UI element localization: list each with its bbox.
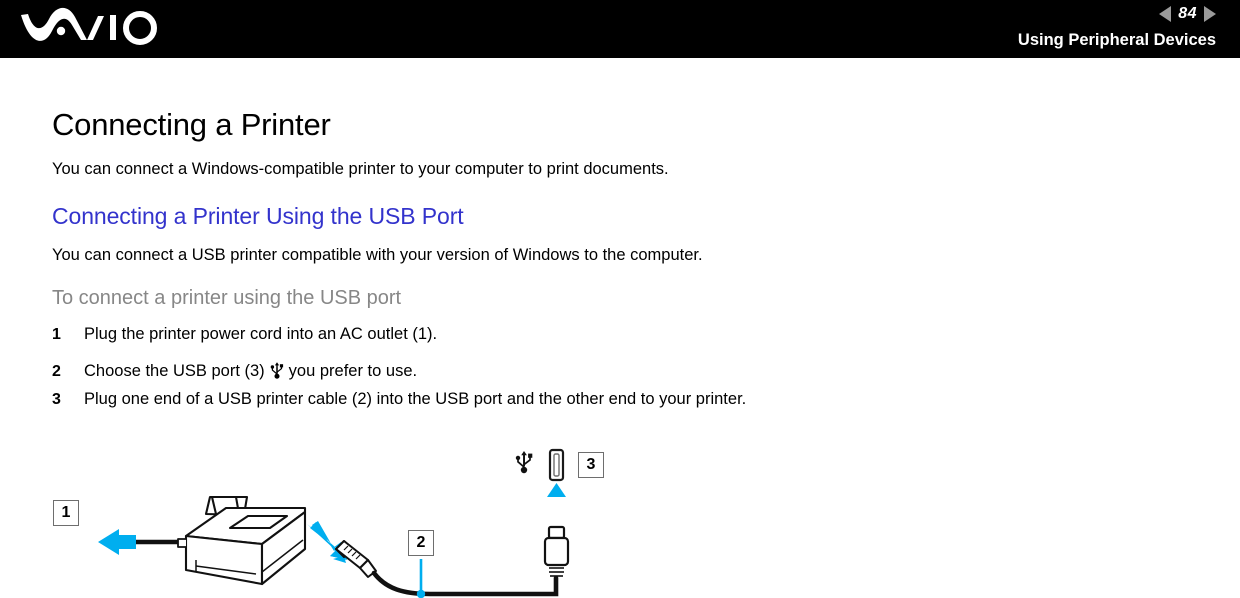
usb-port-slot-icon: [548, 448, 565, 482]
printer-illustration: [177, 495, 307, 586]
leader-line-2: [416, 559, 426, 598]
document-page: 84 Using Peripheral Devices Connecting a…: [0, 0, 1240, 598]
usb-plug-connector: [543, 525, 570, 577]
arrow-left-to-outlet: [98, 529, 136, 555]
usb-cable: [371, 570, 559, 597]
callout-box-2: 2: [408, 530, 434, 556]
arrow-up-to-computer-port: [547, 483, 566, 497]
callout-box-3: 3: [578, 452, 604, 478]
callout-box-1: 1: [53, 500, 79, 526]
arrow-to-printer-port: [307, 521, 347, 563]
usb-trident-icon-diagram: [515, 451, 533, 474]
